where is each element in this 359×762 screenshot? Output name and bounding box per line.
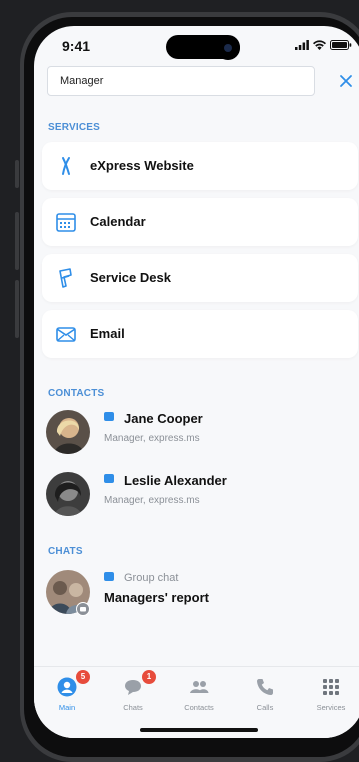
contact-subtitle: Manager, express.ms <box>104 433 200 444</box>
section-header-chats: CHATS <box>48 546 83 557</box>
contacts-icon <box>190 681 209 693</box>
screen: 9:41 SERVICES <box>34 26 359 738</box>
tab-label: Main <box>58 703 76 712</box>
contact-item-leslie[interactable]: Leslie Alexander Manager, express.ms <box>34 466 359 520</box>
side-button <box>15 212 19 270</box>
close-button[interactable] <box>335 70 357 92</box>
work-badge-icon <box>104 412 114 421</box>
contact-name: Leslie Alexander <box>124 473 227 488</box>
tab-main[interactable]: 5 Main <box>34 667 100 719</box>
tab-label: Calls <box>256 703 274 712</box>
tab-badge: 1 <box>142 670 156 684</box>
phone-icon <box>257 679 273 695</box>
tab-badge: 5 <box>76 670 90 684</box>
service-desk-icon <box>59 268 72 288</box>
side-button <box>15 160 19 188</box>
close-icon <box>340 75 352 87</box>
tab-label: Services <box>316 703 346 712</box>
chat-bubble-icon <box>125 680 141 695</box>
status-time: 9:41 <box>62 38 91 54</box>
service-label: Calendar <box>90 214 146 229</box>
tab-chats[interactable]: 1 Chats <box>100 667 166 719</box>
avatar <box>46 410 90 454</box>
section-header-contacts: CONTACTS <box>48 388 105 399</box>
section-header-services: SERVICES <box>48 122 100 133</box>
contact-item-jane[interactable]: Jane Cooper Manager, express.ms <box>34 404 359 458</box>
system-icons <box>295 40 352 50</box>
home-indicator[interactable] <box>140 728 258 732</box>
tab-services[interactable]: Services <box>298 667 359 719</box>
battery-icon <box>330 40 352 50</box>
contact-name: Jane Cooper <box>124 411 203 426</box>
wifi-icon <box>313 40 326 50</box>
service-item-calendar[interactable]: Calendar <box>42 198 358 246</box>
chat-title: Managers' report <box>104 590 209 605</box>
service-label: Service Desk <box>90 270 171 285</box>
search-row <box>47 66 357 98</box>
chat-type: Group chat <box>124 572 179 584</box>
signal-icon <box>295 40 309 50</box>
chat-item-managers-report[interactable]: Group chat Managers' report <box>34 564 359 618</box>
avatar <box>46 472 90 516</box>
work-badge-icon <box>104 572 114 581</box>
contact-subtitle: Manager, express.ms <box>104 495 200 506</box>
camera-small-icon <box>76 602 90 616</box>
tab-calls[interactable]: Calls <box>232 667 298 719</box>
work-badge-icon <box>104 474 114 483</box>
main-icon <box>57 677 77 697</box>
express-icon <box>62 157 70 175</box>
search-input[interactable] <box>47 66 315 96</box>
tab-contacts[interactable]: Contacts <box>166 667 232 719</box>
tab-label: Contacts <box>184 703 214 712</box>
service-item-express[interactable]: eXpress Website <box>42 142 358 190</box>
side-button <box>15 280 19 338</box>
calendar-icon <box>56 213 76 232</box>
email-icon <box>56 327 76 342</box>
service-item-service-desk[interactable]: Service Desk <box>42 254 358 302</box>
service-item-email[interactable]: Email <box>42 310 358 358</box>
camera-icon <box>216 36 240 60</box>
service-label: Email <box>90 326 125 341</box>
service-label: eXpress Website <box>90 158 194 173</box>
tab-label: Chats <box>123 703 143 712</box>
status-bar: 9:41 <box>34 26 359 70</box>
grid-icon <box>323 679 339 695</box>
